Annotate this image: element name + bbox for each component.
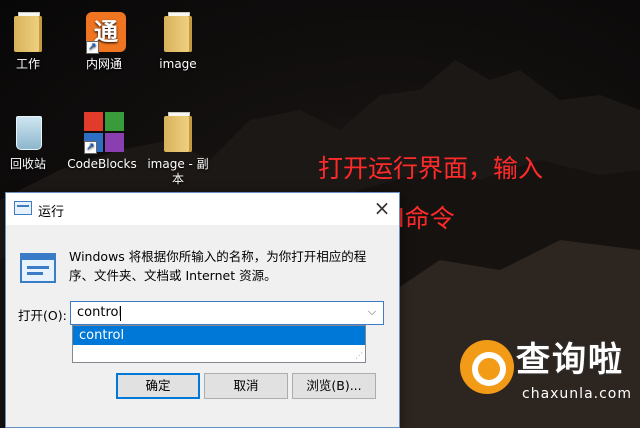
desktop-icon-label: image - 副本 xyxy=(147,157,209,186)
run-command-input[interactable]: control ⌵ xyxy=(70,301,384,325)
autocomplete-dropdown: control ⋰ xyxy=(72,325,366,363)
desktop-icon-recycle-bin[interactable]: 回收站 xyxy=(0,110,64,172)
browse-button[interactable]: 浏览(B)... xyxy=(292,373,376,399)
text-caret xyxy=(120,306,121,321)
run-command-value: control xyxy=(77,305,123,320)
folder-icon xyxy=(156,110,200,154)
codeblocks-app-icon: ↗ xyxy=(80,110,124,154)
autocomplete-item[interactable]: control xyxy=(73,326,365,345)
shortcut-arrow-icon: ↗ xyxy=(86,41,99,54)
annotation-line-1: 打开运行界面，输入 xyxy=(318,154,544,183)
recycle-bin-icon xyxy=(6,110,50,154)
chevron-down-icon[interactable]: ⌵ xyxy=(361,302,383,324)
run-icon xyxy=(14,201,32,215)
shortcut-arrow-icon: ↗ xyxy=(84,141,97,154)
folder-icon xyxy=(156,10,200,54)
ok-button[interactable]: 确定 xyxy=(116,373,200,399)
watermark-domain: chaxunla.com xyxy=(522,386,632,402)
run-dialog: 运行 × Windows 将根据你所输入的名称，为你打开相应的程序、文件夹、文档… xyxy=(5,192,400,428)
desktop-icon-label: image xyxy=(159,57,197,71)
desktop-icon-label: 内网通 xyxy=(85,57,122,71)
desktop-icon-work[interactable]: 工作 xyxy=(0,10,64,72)
neiwangtong-app-icon: 通 ↗ xyxy=(82,10,126,54)
dialog-description: Windows 将根据你所输入的名称，为你打开相应的程序、文件夹、文档或 Int… xyxy=(69,249,367,283)
resize-grip-icon[interactable]: ⋰ xyxy=(355,352,363,360)
desktop-icon-label: 回收站 xyxy=(9,157,46,171)
watermark: 查询啦 chaxunla.com xyxy=(460,336,640,428)
chaxunla-logo-icon xyxy=(460,340,514,394)
desktop-icon-label: 工作 xyxy=(15,57,40,71)
desktop-icon-image-copy[interactable]: image - 副本 xyxy=(142,110,214,187)
desktop-icon-label: CodeBlocks xyxy=(67,157,137,171)
run-program-icon xyxy=(20,253,56,283)
dialog-titlebar[interactable]: 运行 × xyxy=(6,193,399,225)
open-label: 打开(O): xyxy=(18,308,67,323)
desktop-icon-neiwangtong[interactable]: 通 ↗ 内网通 xyxy=(68,10,140,72)
close-button[interactable]: × xyxy=(365,193,399,225)
desktop-icon-image[interactable]: image xyxy=(142,10,214,72)
watermark-title: 查询啦 xyxy=(516,340,624,380)
dialog-title: 运行 xyxy=(38,205,65,220)
desktop-icon-codeblocks[interactable]: ↗ CodeBlocks xyxy=(66,110,138,172)
cancel-button[interactable]: 取消 xyxy=(204,373,288,399)
folder-icon xyxy=(6,10,50,54)
